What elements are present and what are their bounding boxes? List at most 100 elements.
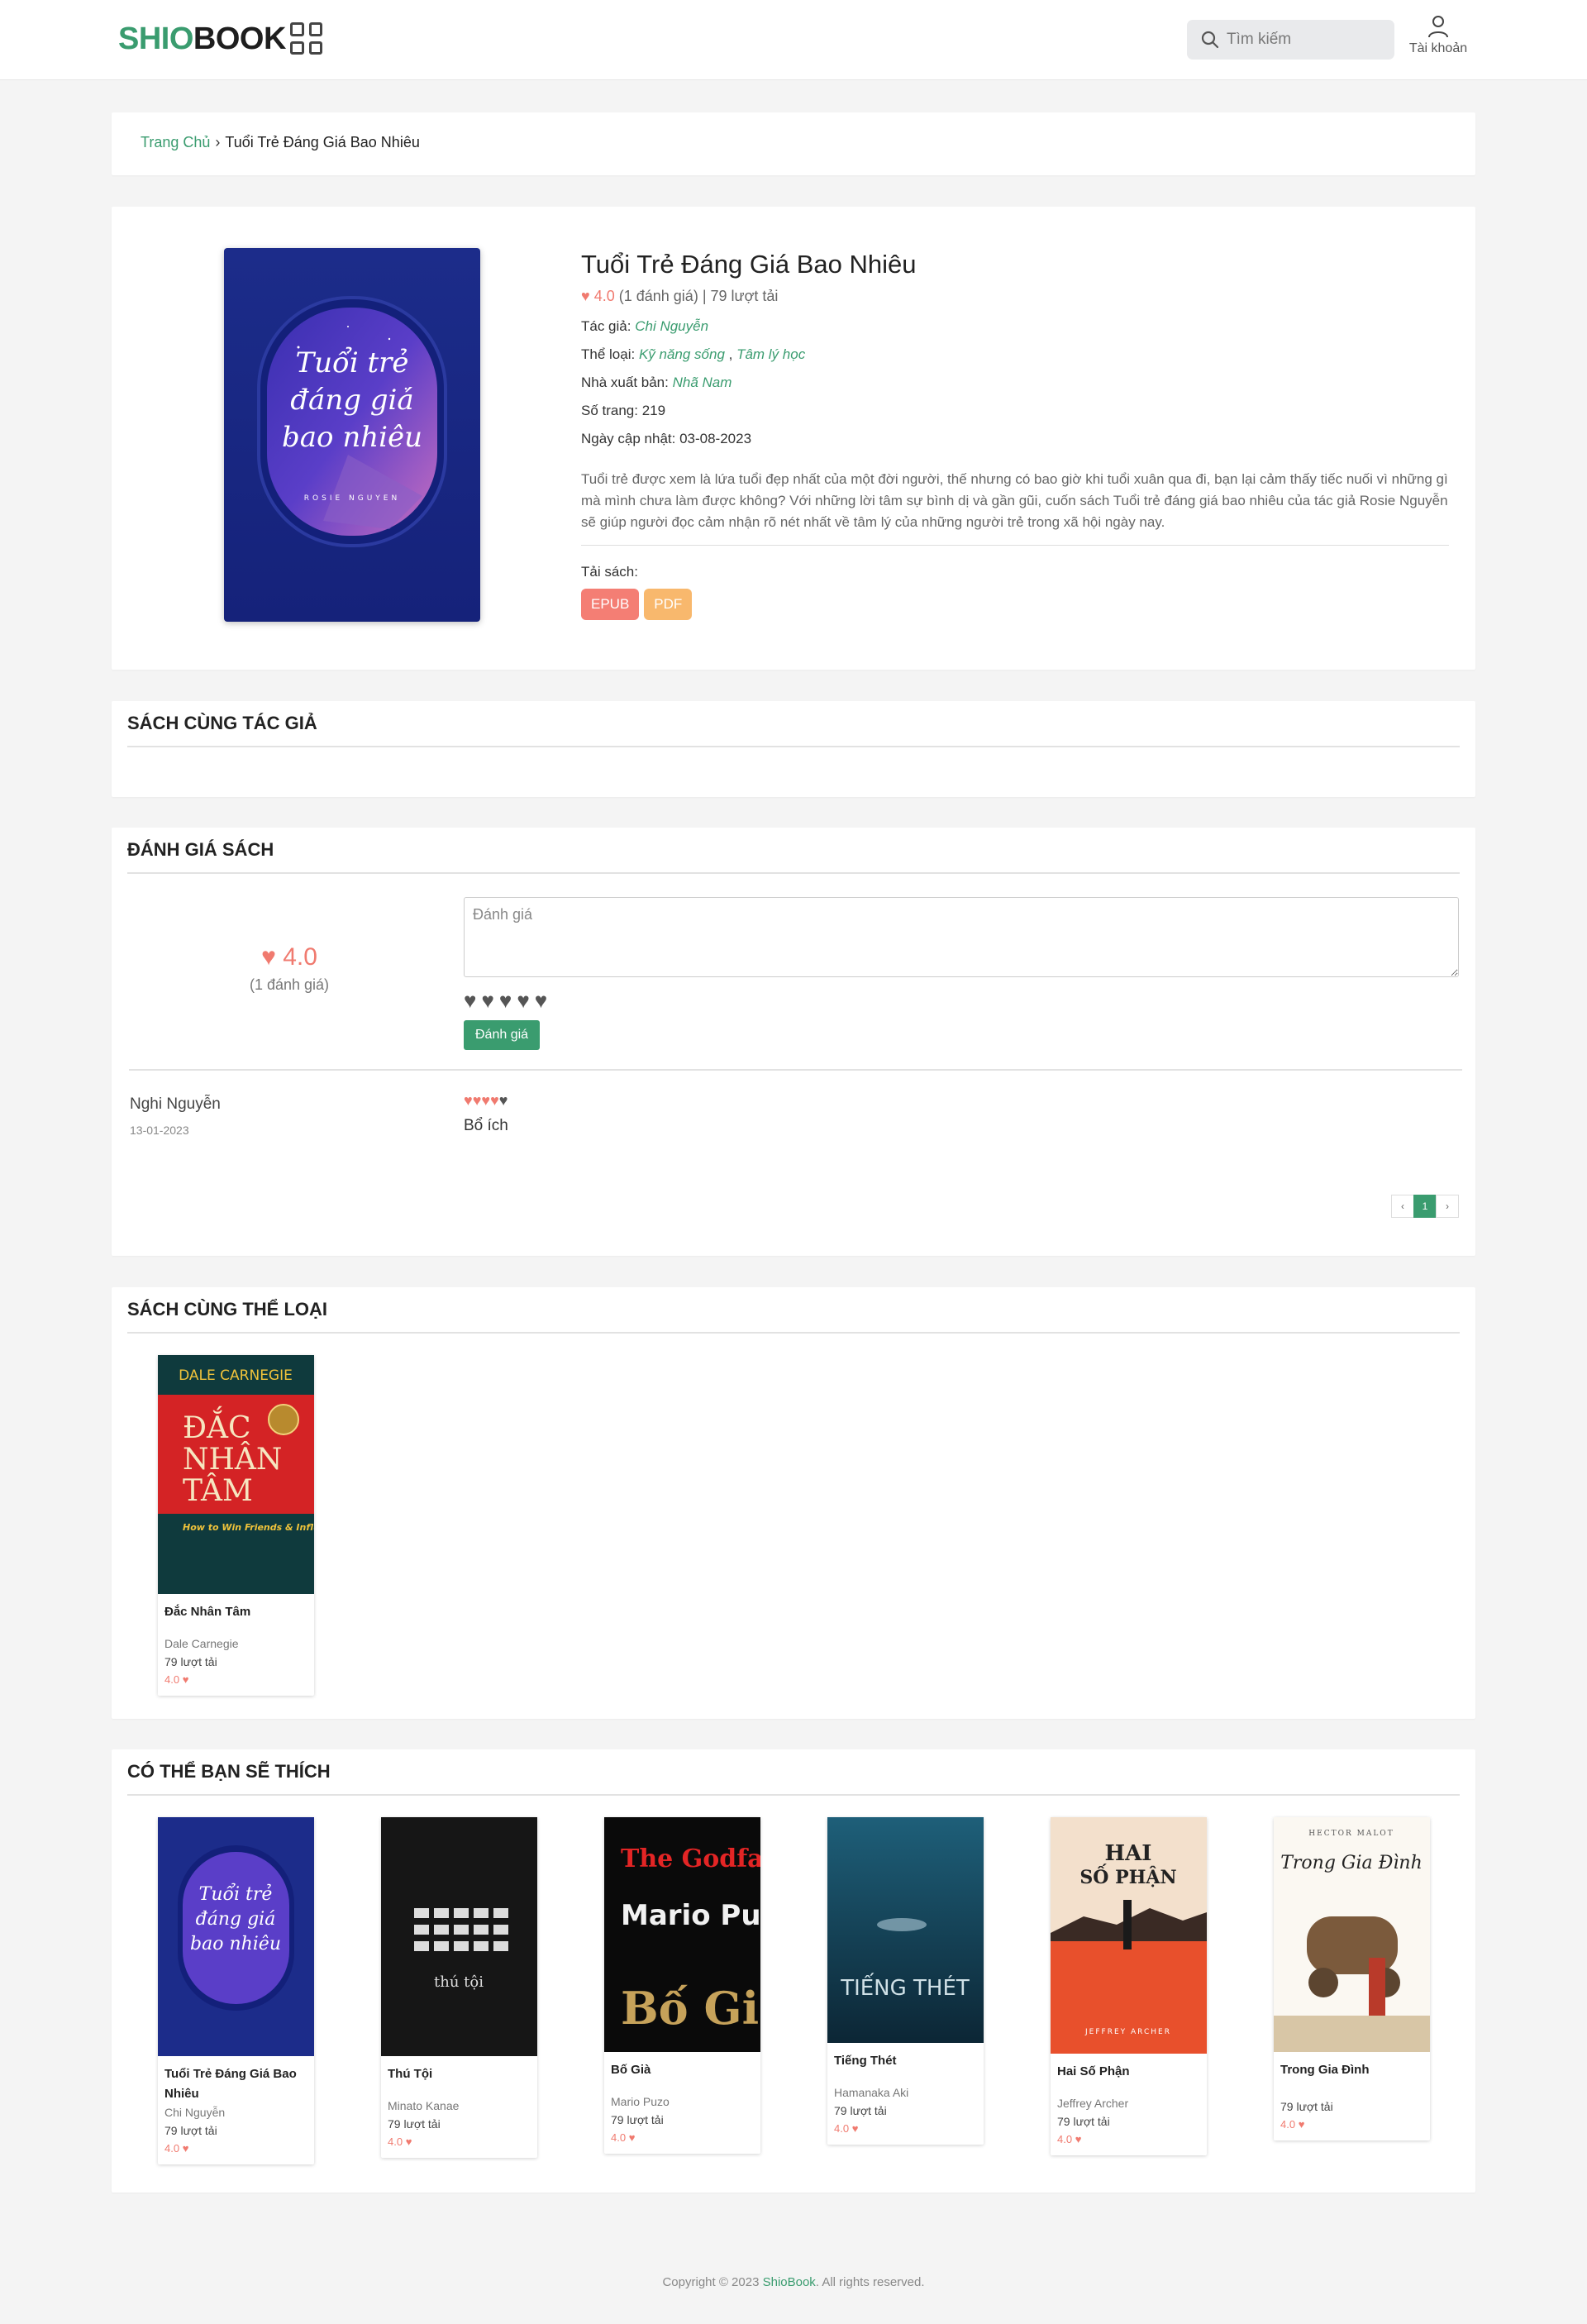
svg-text:How to Win Friends & Influence: How to Win Friends & Influence People [183,1522,314,1533]
publisher-link[interactable]: Nhã Nam [673,375,732,390]
book-title: Tuổi Trẻ Đáng Giá Bao Nhiêu [581,250,917,279]
book-rating-count: (1 đánh giá) [618,288,698,304]
book-card[interactable]: The Godfather Mario Puzo Bố Già Bố Già M… [604,1817,760,2154]
book-card-author: Hamanaka Aki [834,2086,909,2099]
book-card[interactable]: Tuổi trẻ đáng giá bao nhiêu Tuổi Trẻ Đán… [158,1817,314,2164]
search-box[interactable] [1187,20,1394,60]
book-cover: thú tội [381,1817,537,2056]
heart-icon: ♥ [261,943,276,971]
book-card-rating: 4.0 ♥ [834,2122,859,2135]
suggest-section: CÓ THỂ BẠN SẼ THÍCH Tuổi trẻ đáng giá ba… [112,1749,1475,2193]
pager-prev-button[interactable]: ‹ [1391,1195,1414,1218]
book-card-title: Đắc Nhân Tâm [164,1605,251,1619]
svg-text:SỐ PHẬN: SỐ PHẬN [1079,1863,1176,1888]
book-card-rating: 4.0 ♥ [611,2131,636,2144]
section-title: SÁCH CÙNG TÁC GIẢ [127,713,1460,747]
book-cover: The Godfather Mario Puzo Bố Già [604,1817,760,2052]
pager-page-button[interactable]: 1 [1413,1195,1437,1218]
svg-text:Tuổi trẻ: Tuổi trẻ [295,346,408,379]
book-card-author: Dale Carnegie [164,1637,239,1650]
book-downloads: | 79 lượt tải [702,288,779,304]
heart-icon: ♥ [498,1092,508,1109]
book-card-downloads: 79 lượt tải [388,2117,441,2131]
account-button[interactable]: Tài khoản [1405,15,1471,56]
heart-icon: ♥ [628,2131,636,2144]
book-card-title: Bố Già [611,2063,651,2077]
submit-review-button[interactable]: Đánh giá [464,1020,541,1050]
book-card-rating: 4.0 ♥ [388,2136,412,2148]
book-list: Tuổi trẻ đáng giá bao nhiêu Tuổi Trẻ Đán… [158,1817,1430,2164]
book-card-author: Mario Puzo [611,2095,670,2108]
heart-icon[interactable]: ♥ [535,988,547,1014]
book-card-title: Hai Số Phận [1057,2064,1130,2078]
heart-icon: ♥ [405,2136,412,2148]
breadcrumb: Trang Chủ › Tuổi Trẻ Đáng Giá Bao Nhiêu [112,112,1475,175]
book-card[interactable]: HECTOR MALOT Trong Gia Đình Trong Gia Đì… [1274,1817,1430,2140]
pagination: ‹ 1 › [1391,1195,1459,1218]
book-card-rating: 4.0 ♥ [1280,2118,1305,2131]
book-card-downloads: 79 lượt tải [611,2113,664,2126]
heart-icon[interactable]: ♥ [464,988,476,1014]
download-epub-button[interactable]: EPUB [581,589,640,620]
genre-link-1[interactable]: Kỹ năng sống [639,346,725,362]
svg-text:DALE CARNEGIE: DALE CARNEGIE [179,1367,293,1384]
svg-text:TÂM: TÂM [183,1473,253,1508]
site-header: SHIOBOOK Tài khoản [0,0,1587,80]
heart-icon[interactable]: ♥ [481,988,493,1014]
pager-next-button[interactable]: › [1436,1195,1459,1218]
book-cover: TIẾNG THÉT [827,1817,984,2043]
section-title: CÓ THỂ BẠN SẼ THÍCH [127,1761,1460,1796]
book-pages: Số trang: 219 [581,403,666,418]
book-cover: Tuổi trẻ đáng giá bao nhiêu ROSIE NGUYEN [224,248,480,622]
heart-icon: ♥ [490,1092,499,1109]
genre-link-2[interactable]: Tâm lý học [736,346,805,362]
svg-text:The Godfather: The Godfather [621,1844,760,1873]
categories-grid-icon[interactable] [290,22,322,55]
heart-icon: ♥ [1075,2133,1082,2145]
book-card-rating: 4.0 ♥ [164,2142,189,2155]
svg-text:ĐẮC: ĐẮC [183,1407,251,1445]
svg-text:bao nhiêu: bao nhiêu [190,1934,281,1954]
book-card-author: Minato Kanae [388,2099,460,2112]
footer-brand-link[interactable]: ShioBook [763,2275,816,2289]
account-label: Tài khoản [1408,41,1468,55]
svg-text:JEFFREY ARCHER: JEFFREY ARCHER [1084,2028,1171,2036]
book-card-rating: 4.0 ♥ [164,1673,189,1686]
heart-icon: ♥ [472,1092,482,1109]
book-card[interactable]: thú tội Thú Tội Minato Kanae 79 lượt tải… [381,1817,537,2158]
book-cover: DALE CARNEGIE ĐẮC NHÂN TÂM How to Win Fr… [158,1355,314,1594]
svg-text:ROSIE NGUYEN: ROSIE NGUYEN [304,494,400,503]
review-text: Bổ ích [464,1117,508,1134]
book-card[interactable]: DALE CARNEGIE ĐẮC NHÂN TÂM How to Win Fr… [158,1355,314,1696]
review-hearts: ♥♥♥♥♥ [464,1092,508,1110]
review-count: (1 đánh giá) [249,976,330,993]
author-link[interactable]: Chi Nguyễn [635,318,708,334]
book-card[interactable]: TIẾNG THÉT Tiếng Thét Hamanaka Aki 79 lư… [827,1817,984,2145]
breadcrumb-home-link[interactable]: Trang Chủ [141,134,210,150]
book-rating-value: 4.0 [593,288,615,304]
heart-icon[interactable]: ♥ [517,988,529,1014]
book-author-row: Tác giả: Chi Nguyễn [581,318,709,334]
svg-text:Mario Puzo: Mario Puzo [621,1899,760,1932]
book-detail: Tuổi trẻ đáng giá bao nhiêu ROSIE NGUYEN… [112,207,1475,670]
same-author-section: SÁCH CÙNG TÁC GIẢ [112,701,1475,797]
book-card[interactable]: HAI SỐ PHẬN JEFFREY ARCHER Hai Số Phận J… [1051,1817,1207,2155]
book-card-downloads: 79 lượt tải [164,1655,217,1668]
review-textarea[interactable] [464,897,1459,977]
svg-text:đáng giá: đáng giá [196,1909,276,1930]
svg-text:đáng giá: đáng giá [290,384,413,417]
review-form: ♥ ♥ ♥ ♥ ♥ Đánh giá [464,897,1459,1050]
review-section: ĐÁNH GIÁ SÁCH ♥ 4.0 (1 đánh giá) ♥ ♥ ♥ ♥… [112,828,1475,1256]
heart-icon[interactable]: ♥ [499,988,512,1014]
review-score: ♥ 4.0 (1 đánh giá) [112,943,467,994]
heart-icon: ♥ [464,1092,473,1109]
download-pdf-button[interactable]: PDF [644,589,693,620]
book-card-downloads: 79 lượt tải [1057,2115,1110,2128]
book-cover: Tuổi trẻ đáng giá bao nhiêu [158,1817,314,2056]
svg-text:Bố Già: Bố Già [621,1982,760,2035]
search-input[interactable] [1227,20,1388,60]
site-logo[interactable]: SHIOBOOK [118,21,286,57]
book-list: DALE CARNEGIE ĐẮC NHÂN TÂM How to Win Fr… [158,1355,314,1696]
book-genre-row: Thể loại: Kỹ năng sống , Tâm lý học [581,346,806,362]
rating-input: ♥ ♥ ♥ ♥ ♥ [464,988,1459,1014]
